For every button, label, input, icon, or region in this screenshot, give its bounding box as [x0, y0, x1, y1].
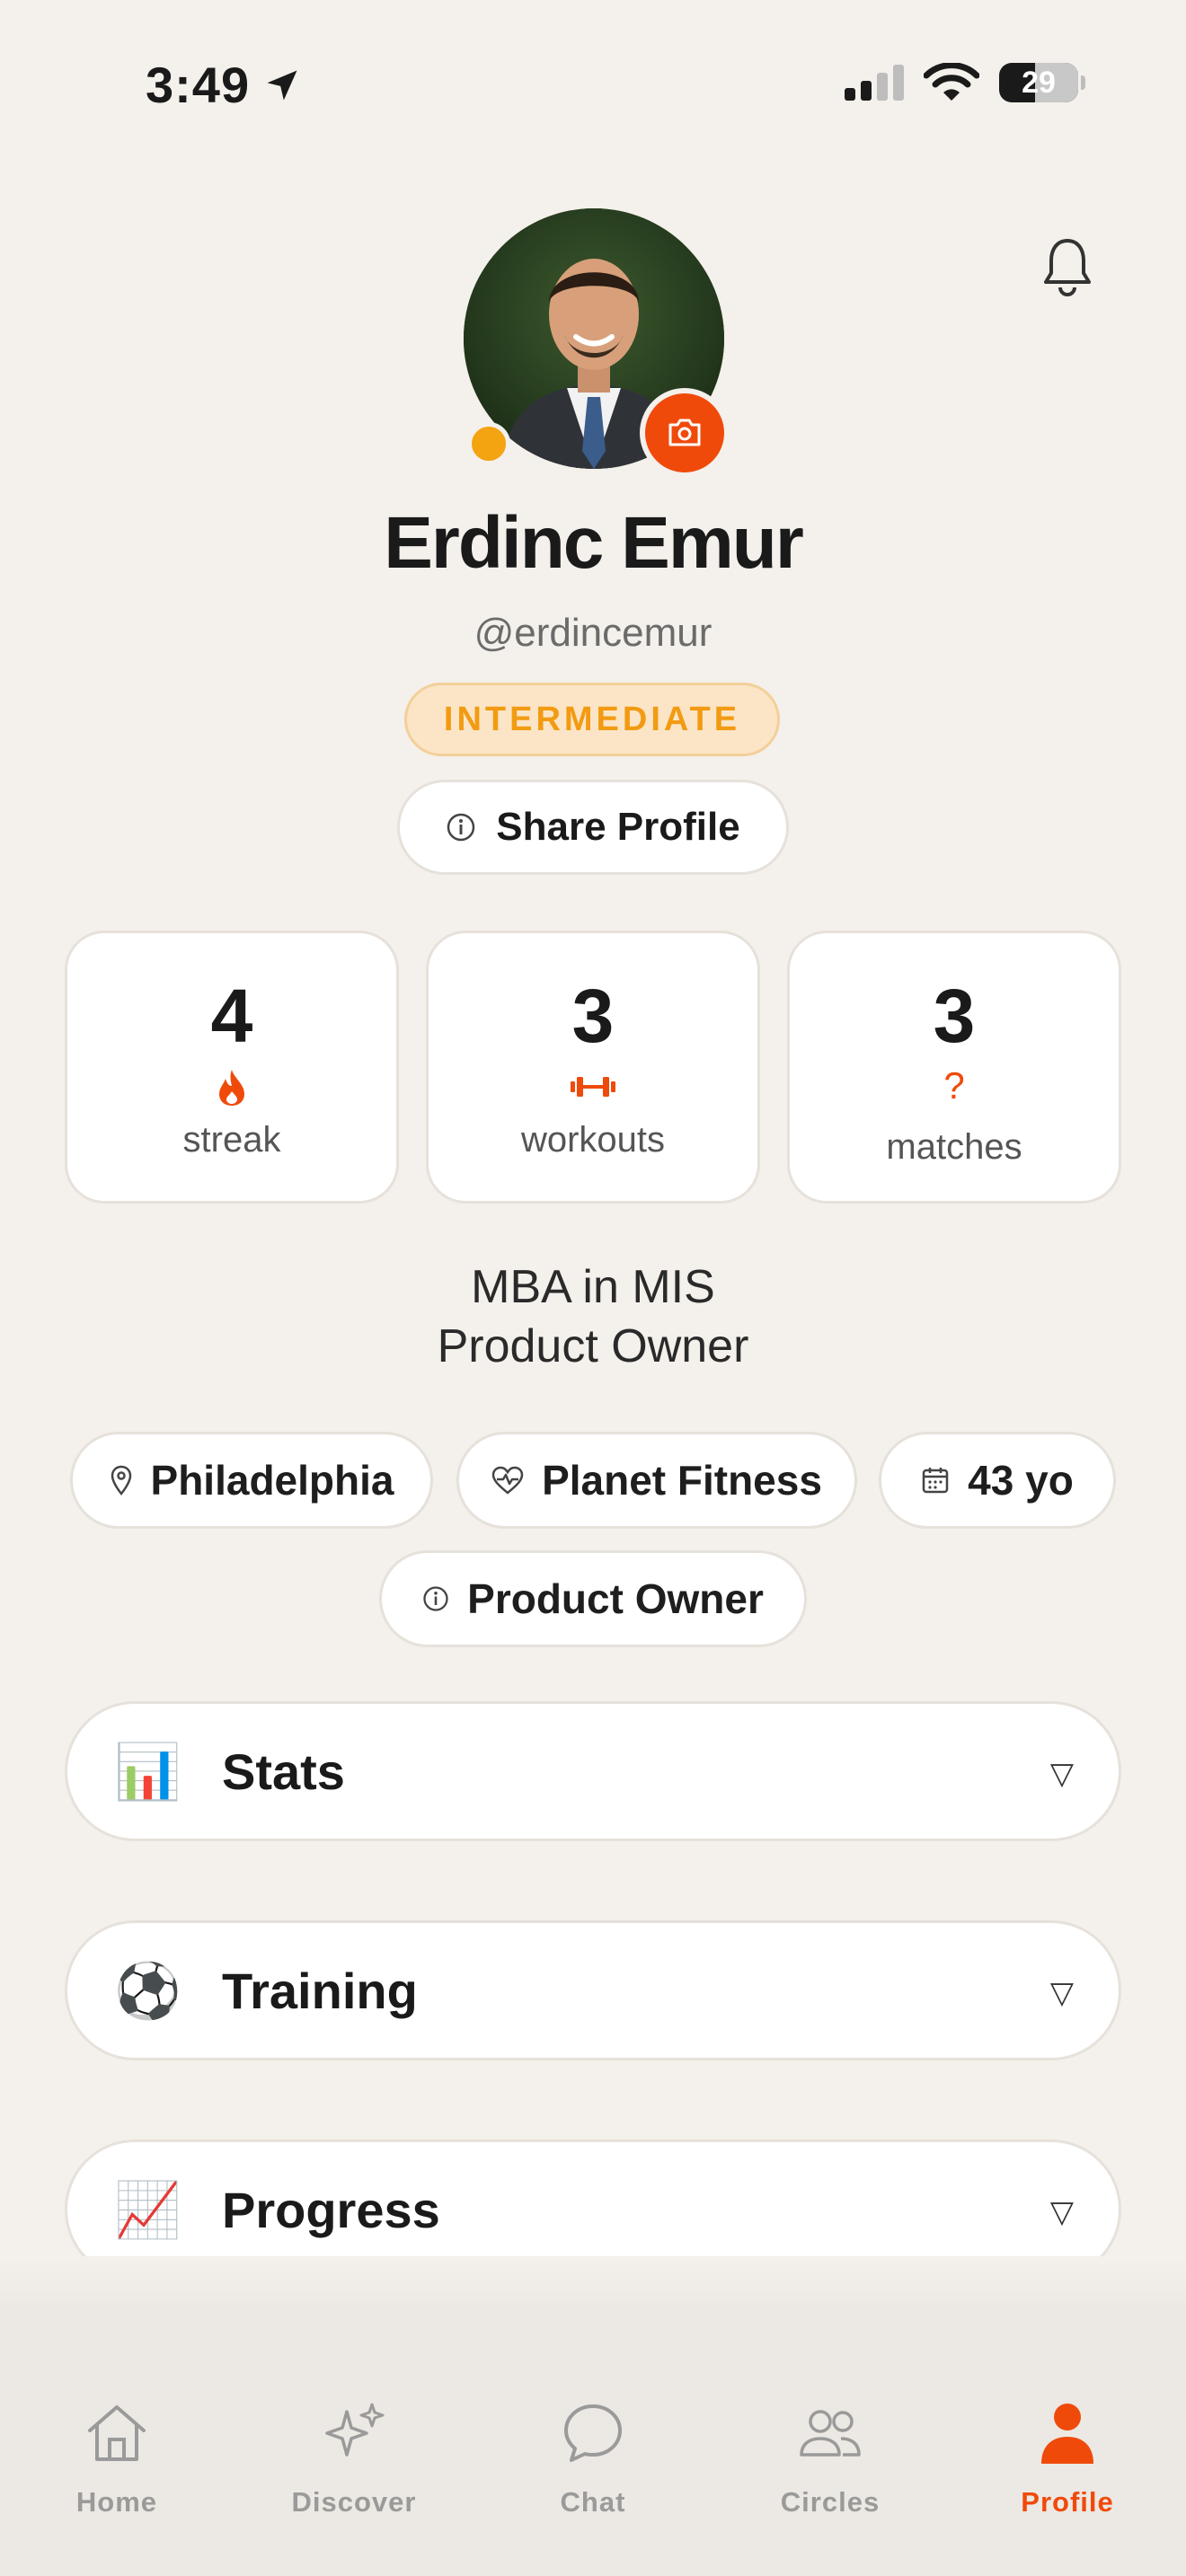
tab-label: Chat: [560, 2486, 626, 2518]
chip-label: 43 yo: [968, 1457, 1074, 1504]
tab-label: Discover: [291, 2486, 417, 2518]
question-icon: ?: [943, 1064, 965, 1107]
section-training[interactable]: ⚽ Training ▽: [65, 1920, 1121, 2060]
expand-triangle-icon: ▽: [1049, 2195, 1074, 2229]
home-icon: [88, 2405, 146, 2461]
bio-line-education: MBA in MIS: [471, 1261, 715, 1313]
wifi-icon: [924, 63, 979, 101]
profile-handle: @erdincemur: [474, 611, 712, 655]
flame-icon: [219, 1070, 244, 1106]
change-photo-button[interactable]: [640, 388, 730, 478]
status-time-text: 3:49: [146, 57, 251, 113]
person-icon: [1041, 2404, 1093, 2464]
calendar-icon: [922, 1468, 949, 1494]
expand-triangle-icon: ▽: [1049, 1976, 1074, 2010]
chip-label: Product Owner: [467, 1575, 764, 1622]
status-indicators: 29: [843, 63, 1085, 102]
dumbbell-icon: [571, 1077, 615, 1097]
tab-profile[interactable]: Profile: [978, 2393, 1157, 2519]
stat-card-matches[interactable]: 3 ? matches: [787, 931, 1121, 1204]
people-icon: [800, 2410, 861, 2457]
share-profile-label: Share Profile: [496, 805, 740, 849]
battery-icon: 29: [999, 63, 1085, 102]
soccer-ball-icon: ⚽: [114, 1960, 181, 2021]
section-label: Training: [222, 1962, 418, 2019]
chip-age[interactable]: 43 yo: [879, 1432, 1116, 1529]
tabbar-fade: [0, 2256, 1186, 2310]
expand-triangle-icon: ▽: [1049, 1757, 1074, 1791]
chip-gym[interactable]: Planet Fitness: [456, 1432, 857, 1529]
info-icon: [447, 813, 475, 842]
info-icon: [423, 1586, 448, 1611]
tab-bar: Home Discover Chat Circles Profile: [0, 2308, 1186, 2576]
stat-label: matches: [886, 1127, 1022, 1167]
section-stats[interactable]: 📊 Stats ▽: [65, 1701, 1121, 1841]
location-pin-icon: [111, 1465, 131, 1495]
bell-icon[interactable]: [1040, 235, 1094, 298]
tab-chat[interactable]: Chat: [503, 2393, 683, 2519]
stat-label: workouts: [520, 1120, 666, 1160]
camera-icon: [668, 419, 701, 446]
stat-card-workouts[interactable]: 3 workouts: [426, 931, 760, 1204]
tab-circles[interactable]: Circles: [740, 2393, 920, 2519]
tab-home[interactable]: Home: [27, 2393, 207, 2519]
status-time: 3:49: [146, 56, 302, 114]
battery-level: 29: [1022, 65, 1056, 100]
bio-line-role: Product Owner: [437, 1320, 749, 1372]
level-badge: INTERMEDIATE: [404, 683, 780, 756]
status-dot: [467, 422, 510, 465]
tab-label: Profile: [1021, 2486, 1114, 2518]
section-progress[interactable]: 📈 Progress ▽: [65, 2139, 1121, 2256]
bio: MBA in MIS Product Owner: [0, 1257, 1186, 1376]
cellular-signal-icon: [845, 65, 904, 101]
chip-label: Philadelphia: [150, 1457, 394, 1504]
chip-label: Planet Fitness: [542, 1457, 822, 1504]
trend-chart-icon: 📈: [114, 2179, 181, 2240]
chip-occupation[interactable]: Product Owner: [379, 1550, 807, 1647]
stat-value: 4: [210, 974, 253, 1058]
stat-value: 3: [933, 974, 976, 1058]
heart-pulse-icon: [491, 1466, 524, 1495]
stat-label: streak: [182, 1120, 281, 1160]
chat-bubble-icon: [564, 2404, 622, 2462]
location-arrow-icon: [267, 70, 297, 100]
chip-location[interactable]: Philadelphia: [70, 1432, 433, 1529]
tab-label: Home: [75, 2486, 158, 2518]
status-bar: 3:49 29: [0, 0, 1186, 171]
bar-chart-icon: 📊: [114, 1741, 181, 1802]
profile-name: Erdinc Emur: [384, 502, 804, 584]
section-label: Progress: [222, 2181, 440, 2238]
stat-value: 3: [571, 974, 615, 1058]
tab-discover[interactable]: Discover: [264, 2393, 444, 2519]
share-profile-button[interactable]: Share Profile: [397, 780, 789, 875]
stat-card-streak[interactable]: 4 streak: [65, 931, 399, 1204]
avatar-container: [464, 208, 730, 478]
section-label: Stats: [222, 1742, 345, 1800]
tab-label: Circles: [780, 2486, 881, 2518]
scroll-clip: 📈 Progress ▽: [0, 2138, 1186, 2256]
sparkles-icon: [325, 2403, 385, 2457]
